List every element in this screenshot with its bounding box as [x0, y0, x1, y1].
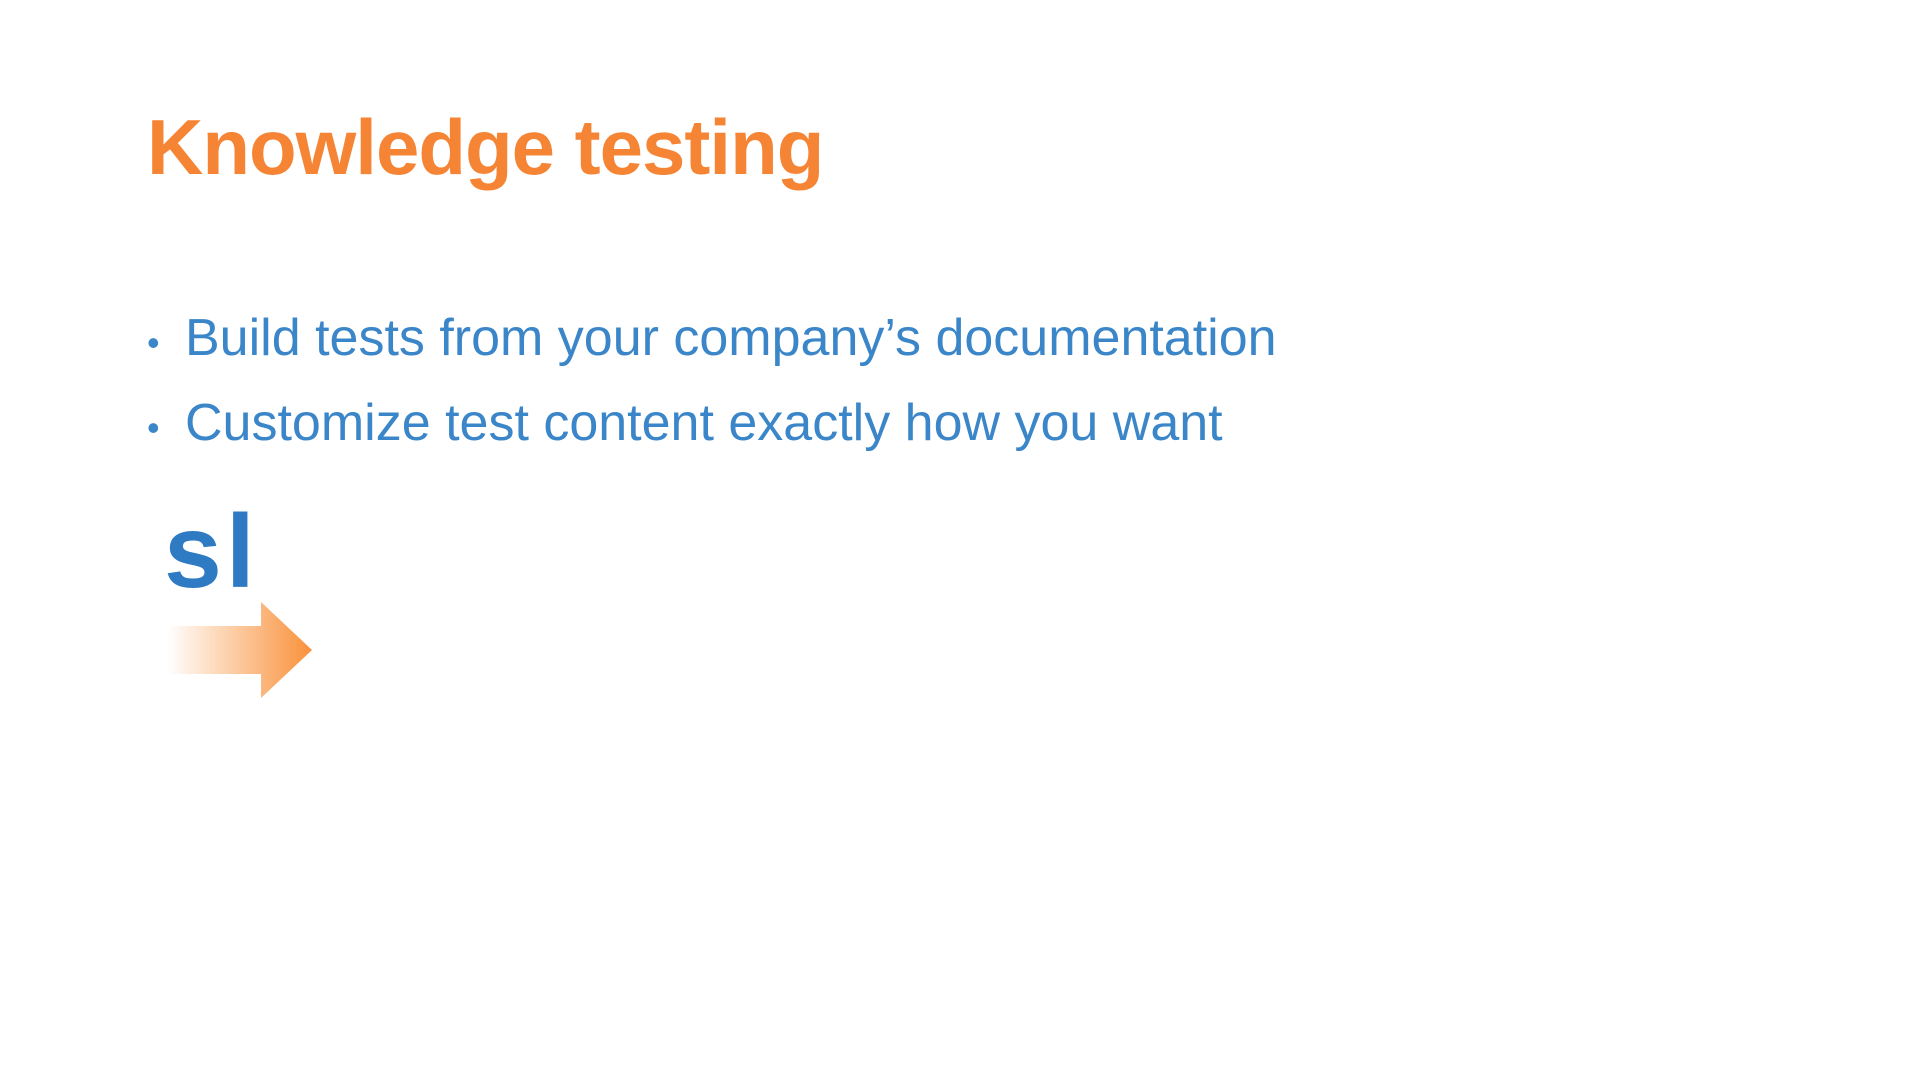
bullet-item: • Build tests from your company’s docume…	[147, 298, 1277, 383]
bullet-text: Customize test content exactly how you w…	[185, 394, 1223, 452]
arrow-shape	[167, 602, 312, 698]
bullet-list: • Build tests from your company’s docume…	[147, 298, 1277, 468]
bullet-dot: •	[147, 407, 160, 448]
bullet-text: Build tests from your company’s document…	[185, 309, 1277, 367]
bullet-item: • Customize test content exactly how you…	[147, 383, 1277, 468]
logo-text: sl	[164, 494, 259, 610]
brand-logo: sl	[164, 500, 324, 700]
right-arrow-icon	[167, 602, 312, 698]
slide-title: Knowledge testing	[147, 103, 824, 191]
bullet-dot: •	[147, 322, 160, 363]
slide: Knowledge testing • Build tests from you…	[0, 0, 1920, 1080]
